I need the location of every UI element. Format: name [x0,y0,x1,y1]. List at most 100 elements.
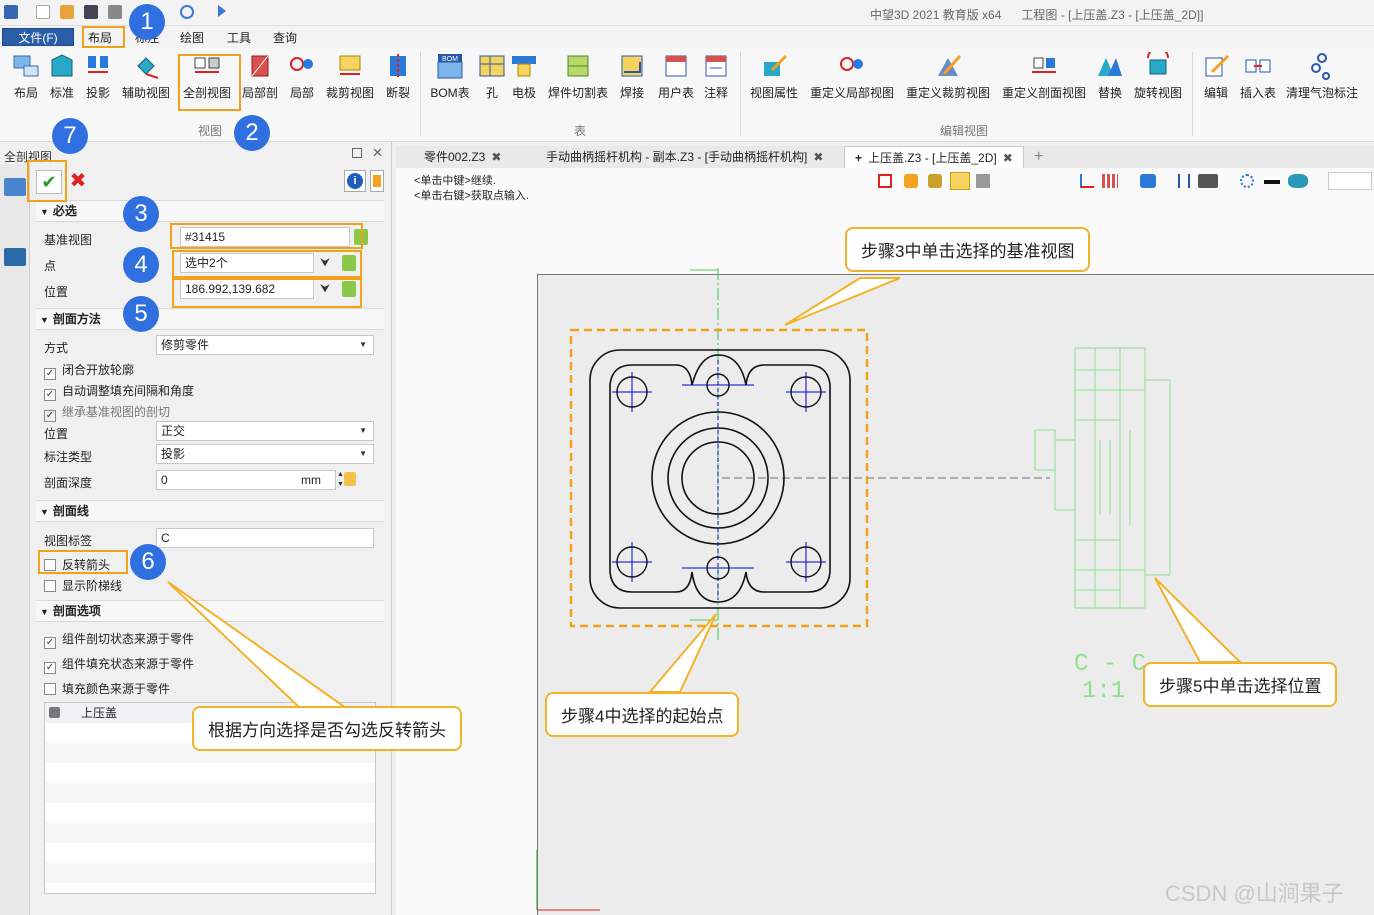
section-method[interactable]: ▼ 剖面方法 [36,308,384,330]
line-weight-icon[interactable] [1264,180,1280,184]
depth-pick-icon[interactable] [344,472,356,486]
section-depth-input[interactable]: 0 mm [156,470,336,490]
filter-icon[interactable] [976,174,990,188]
redefine-detail-button[interactable]: 重定义局部视图 [810,52,894,101]
print-icon[interactable] [108,5,122,19]
checkbox-checked-icon: ✓ [44,389,56,401]
panel-close-icon[interactable]: ✕ [372,145,383,161]
detail-view-button[interactable]: 局部 [288,52,316,101]
close-tab-icon[interactable]: ✖ [813,150,823,164]
axis-icon[interactable] [1080,174,1094,188]
redefine-crop-button[interactable]: 重定义裁剪视图 [906,52,990,101]
list-row-stripe [45,823,375,843]
hole-table-button[interactable]: 孔 [478,52,506,101]
standard-view-button[interactable]: 标准 [48,52,76,101]
info-button[interactable]: i [344,170,366,192]
menu-tools[interactable]: 工具 [227,29,251,46]
help-doc-button[interactable] [370,170,384,192]
checkbox-fill-color[interactable]: 填充颜色来源于零件 [44,680,170,697]
checkbox-step-line[interactable]: 显示阶梯线 [44,577,122,594]
step-6-badge: 6 [130,544,166,580]
annotation-type-value: 投影 [161,447,186,461]
partial-section-button[interactable]: 局部剖 [242,52,278,101]
dots-icon[interactable] [1240,174,1254,188]
electrode-table-button[interactable]: 电极 [510,52,538,101]
play-icon[interactable] [218,5,226,17]
group-label-view: 视图 [198,124,223,138]
edit-button[interactable]: 编辑 [1202,52,1230,101]
tab-part002[interactable]: 零件002.Z3 ✖ [414,146,511,168]
tab-upper-cover[interactable]: + 上压盖.Z3 - [上压盖_2D] ✖ [844,146,1024,168]
weld-table-label: 焊接 [619,86,644,100]
section-options[interactable]: ▼ 剖面选项 [36,600,384,622]
dimension-icon[interactable] [1178,174,1190,188]
view-properties-button[interactable]: 视图属性 [750,52,798,101]
weld-cut-table-button[interactable]: 焊件切割表 [548,52,608,101]
menu-query[interactable]: 查询 [273,29,297,46]
render-icon[interactable] [1288,174,1308,188]
checkbox-comp-cut[interactable]: ✓ 组件剖切状态来源于零件 [44,630,194,649]
bom-table-button[interactable]: BOM BOM表 [430,52,470,101]
checkbox-auto-fill[interactable]: ✓ 自动调整填充间隔和角度 [44,382,194,401]
sweep-icon[interactable] [928,174,942,188]
new-file-icon[interactable] [36,5,50,19]
brush-icon[interactable] [904,174,918,188]
projection-button[interactable]: 投影 [84,52,112,101]
highlight-ok-button [27,160,67,202]
tab-label: 零件002.Z3 [424,150,486,164]
open-folder-icon[interactable] [60,5,74,19]
section-line[interactable]: ▼ 剖面线 [36,500,384,522]
mode-select[interactable]: 修剪零件 ▼ [156,335,374,355]
view-filter-icon[interactable] [950,172,970,190]
close-tab-icon[interactable]: ✖ [491,150,501,164]
shade-icon[interactable] [1198,174,1218,188]
section-tool-icon[interactable] [4,178,26,196]
file-menu[interactable]: 文件(F) [2,28,74,46]
chevron-down-icon: ▼ [359,449,367,458]
redo-icon[interactable] [180,5,194,19]
grid-icon[interactable] [1102,174,1118,188]
aux-view-button[interactable]: 辅助视图 [120,52,172,101]
section-position-value: 正交 [161,424,186,438]
rotate-view-button[interactable]: 旋转视图 [1134,47,1182,101]
section-required[interactable]: ▼ 必选 [36,200,384,222]
bulb-icon[interactable] [1328,172,1372,190]
checkbox-inherit-cut[interactable]: ✓ 继承基准视图的剖切 [44,403,170,422]
redefine-section-button[interactable]: 重定义剖面视图 [1002,52,1086,101]
cancel-button[interactable]: ✖ [66,170,90,194]
note-table-button[interactable]: 注释 [702,52,730,101]
insert-table-button[interactable]: 插入表 [1238,52,1278,101]
tab-crank-mechanism[interactable]: 手动曲柄摇杆机构 - 副本.Z3 - [手动曲柄摇杆机构] ✖ [536,146,833,168]
save-icon[interactable] [84,5,98,19]
display-icon[interactable] [1140,174,1156,188]
weld-table-button[interactable]: 焊接 [618,52,646,101]
redefine-detail-label: 重定义局部视图 [810,86,895,100]
crop-view-button[interactable]: 裁剪视图 [324,52,376,101]
replace-button[interactable]: 替换 [1096,52,1124,101]
checkbox-comp-fill[interactable]: ✓ 组件填充状态来源于零件 [44,655,194,674]
exit-icon[interactable] [878,174,892,188]
user-table-button[interactable]: 用户表 [656,52,696,101]
step-5-badge: 5 [123,296,159,332]
close-tab-icon[interactable]: ✖ [1003,151,1013,165]
redefine-section-icon [1030,52,1058,80]
checkbox-close-contour[interactable]: ✓ 闭合开放轮廓 [44,361,134,380]
section-depth-label: 剖面深度 [44,476,93,490]
menu-draw[interactable]: 绘图 [180,29,204,46]
panel-pin-icon[interactable] [352,148,362,158]
section-position-select[interactable]: 正交 ▼ [156,421,374,441]
break-view-button[interactable]: 断裂 [384,52,412,101]
section-required-title: 必选 [52,204,77,218]
callout-reverse-arrow: 根据方向选择是否勾选反转箭头 [192,706,462,751]
layer-tool-icon[interactable] [4,248,26,266]
clean-balloon-button[interactable]: 清理气泡标注 [1286,52,1358,101]
drawing-sheet[interactable] [537,274,1374,915]
checkbox-checked-icon: ✓ [44,368,56,380]
new-tab-icon[interactable]: + [1034,146,1043,168]
checkbox-step-label: 显示阶梯线 [62,579,123,593]
view-label-input[interactable]: C [156,528,374,548]
layout-button[interactable]: 布局 [10,52,42,101]
app-logo-icon [4,5,18,19]
checkbox-comp-cut-label: 组件剖切状态来源于零件 [62,632,195,646]
annotation-type-select[interactable]: 投影 ▼ [156,444,374,464]
